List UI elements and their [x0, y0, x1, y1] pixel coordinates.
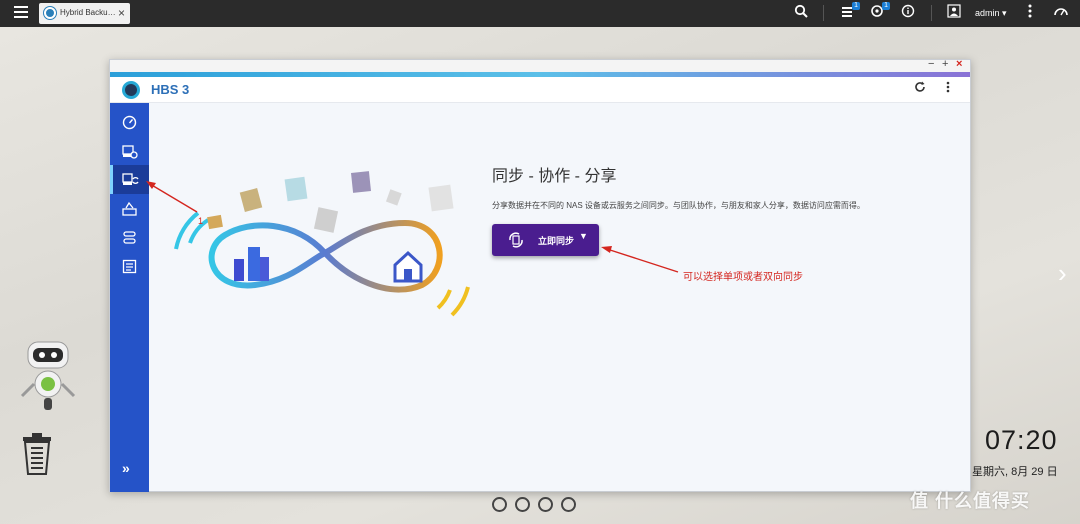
- resource-monitor-icon[interactable]: [1052, 4, 1070, 22]
- info-icon[interactable]: [899, 4, 917, 22]
- services-icon: [122, 201, 137, 216]
- hbs-tab-icon: [44, 7, 56, 19]
- dock-tools-icon[interactable]: [515, 497, 530, 512]
- chevron-right-icon[interactable]: ›: [1058, 258, 1067, 289]
- dock-books-icon[interactable]: [538, 497, 553, 512]
- devices-badge: 1: [882, 2, 890, 10]
- sidebar-item-storage-space[interactable]: [110, 223, 149, 252]
- taskbar-divider: [823, 5, 824, 21]
- annotation-label: 可以选择单项或者双向同步: [683, 272, 803, 283]
- backup-restore-icon: [122, 145, 138, 159]
- top-taskbar: Hybrid Backup ... × 1 1 admin ▾: [0, 0, 1080, 27]
- sidebar-item-sync[interactable]: [110, 165, 149, 194]
- sync-illustration: [174, 171, 470, 317]
- sidebar-item-backup-restore[interactable]: [110, 137, 149, 166]
- search-icon[interactable]: [792, 4, 810, 22]
- taskbar-divider: [931, 5, 932, 21]
- annotation-step-number: 1: [198, 216, 204, 226]
- user-menu[interactable]: admin ▾: [975, 8, 1007, 19]
- refresh-icon[interactable]: [912, 81, 928, 97]
- tab-label: Hybrid Backup ...: [60, 8, 116, 17]
- hero-description: 分享数据并在不同的 NAS 设备或云服务之间同步。与团队协作，与朋友和家人分享，…: [492, 201, 865, 210]
- sync-now-button[interactable]: 立即同步 ▼: [492, 224, 599, 256]
- desktop-date: 星期六, 8月 29 日: [972, 466, 1058, 478]
- sync-files-icon: [509, 232, 523, 248]
- sidebar-expand-button[interactable]: »: [122, 460, 130, 476]
- maximize-button[interactable]: +: [942, 58, 948, 70]
- more-menu-icon[interactable]: [940, 81, 956, 97]
- app-title: HBS 3: [151, 82, 190, 97]
- window-title-bar[interactable]: − + ×: [110, 58, 970, 72]
- dashboard-icon: [122, 115, 137, 130]
- trash-icon[interactable]: [20, 432, 54, 476]
- dock-edit-icon[interactable]: [561, 497, 576, 512]
- dock-app-icon[interactable]: [492, 497, 507, 512]
- hbs-logo-icon: [122, 81, 140, 99]
- more-options-icon[interactable]: [1021, 4, 1039, 22]
- logs-icon: [122, 259, 137, 274]
- sidebar-item-services[interactable]: [110, 194, 149, 223]
- main-menu-icon[interactable]: [14, 6, 28, 20]
- desktop-clock: 07:20: [985, 425, 1058, 455]
- sidebar-item-logs[interactable]: [110, 252, 149, 281]
- sync-icon: [122, 173, 139, 185]
- user-avatar-icon[interactable]: [945, 4, 963, 22]
- sidebar: »: [110, 103, 149, 492]
- taskbar-tab-hybrid-backup[interactable]: Hybrid Backup ... ×: [39, 3, 130, 24]
- storage-space-icon: [123, 231, 136, 244]
- close-window-button[interactable]: ×: [956, 58, 962, 70]
- chevron-down-icon[interactable]: ▼: [579, 231, 588, 241]
- qnap-robot-widget[interactable]: [18, 340, 78, 415]
- sidebar-item-dashboard[interactable]: [110, 108, 149, 137]
- watermark: 值 什么值得买: [910, 491, 1031, 511]
- bottom-dock: [492, 497, 584, 515]
- app-header: HBS 3: [110, 77, 970, 103]
- tasks-badge: 1: [852, 2, 860, 10]
- sync-now-label: 立即同步: [538, 236, 575, 246]
- minimize-button[interactable]: −: [928, 58, 934, 70]
- hero-title: 同步 - 协作 - 分享: [492, 168, 617, 185]
- external-devices-icon[interactable]: 1: [868, 2, 890, 22]
- background-tasks-icon[interactable]: 1: [838, 2, 860, 22]
- tab-close-icon[interactable]: ×: [118, 6, 125, 20]
